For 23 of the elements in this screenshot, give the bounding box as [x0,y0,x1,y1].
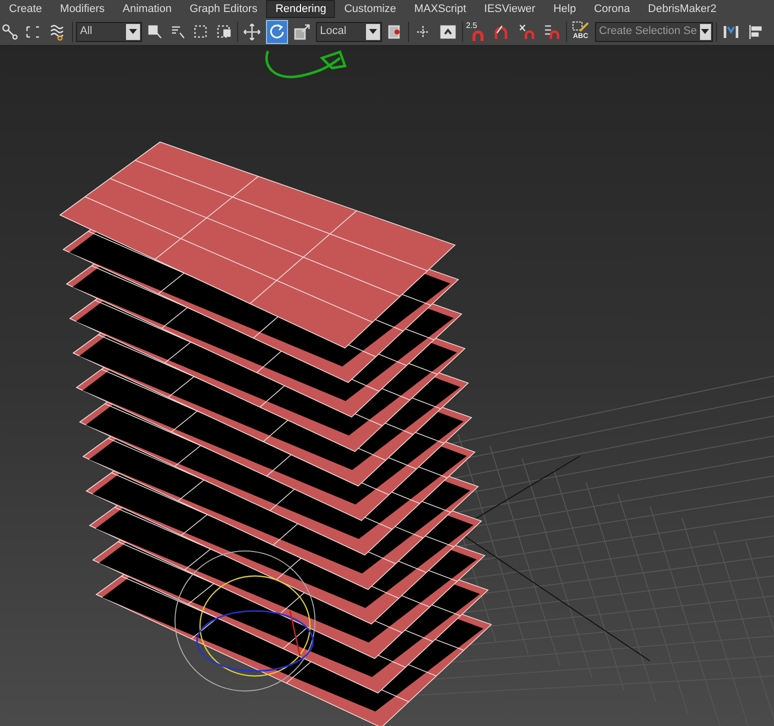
dropdown-value: Local [319,24,348,40]
snap-label: 2.5 [466,20,478,32]
menu-item[interactable]: Help [544,0,585,18]
menu-item[interactable]: Animation [114,0,181,18]
menu-item[interactable]: Corona [584,0,640,18]
dropdown-placeholder: Create Selection Se [598,24,698,40]
viewport[interactable] [0,46,774,726]
snap-toggle[interactable]: 2.5 [466,20,488,42]
menu-item[interactable]: Rendering [266,0,336,18]
menu-item[interactable]: IESViewer [475,0,544,18]
menu-item[interactable]: MAXScript [405,0,476,18]
selection-set-dropdown[interactable]: Create Selection Se [595,22,713,42]
rotate-icon[interactable] [266,20,288,44]
menu-item[interactable]: DebrisMaker2 [639,0,726,18]
dropdown-value: All [79,24,94,40]
dropdown[interactable]: All [76,22,142,42]
menu-item[interactable]: Create [0,0,52,18]
magnet-icon [472,30,484,40]
menu-item[interactable]: Customize [335,0,406,18]
menu-item[interactable]: Graph Editors [180,0,266,18]
menu-item[interactable]: Modifiers [51,0,114,18]
selection-pencil-icon [572,20,590,32]
dropdown[interactable]: Local [316,22,382,42]
